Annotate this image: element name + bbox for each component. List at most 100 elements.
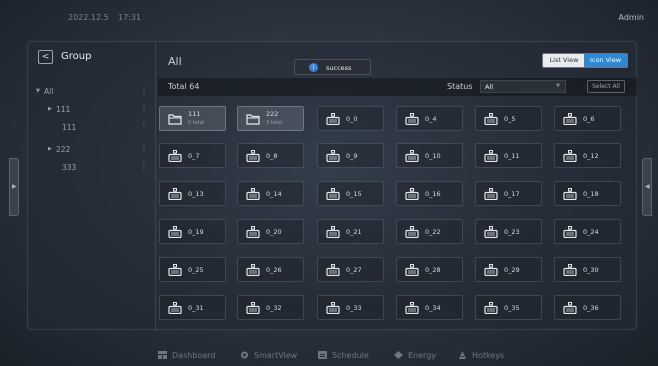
more-vertical-icon[interactable]: ⋮	[140, 86, 148, 95]
left-drawer-handle[interactable]: ▶	[9, 158, 19, 216]
tile-name: 0_14	[266, 190, 282, 198]
tile-name: 0_0	[346, 115, 358, 123]
tile-name: 0_20	[266, 228, 282, 236]
device-tile[interactable]: 0_33	[317, 295, 384, 320]
more-vertical-icon[interactable]: ⋮	[140, 104, 148, 113]
device-icon	[405, 113, 419, 125]
nav-schedule[interactable]: Schedule	[318, 351, 369, 360]
caret-right-icon[interactable]: ▶	[48, 106, 52, 112]
tile-name: 0_23	[504, 228, 520, 236]
device-tile[interactable]: 0_27	[317, 257, 384, 282]
device-tile[interactable]: 0_15	[317, 181, 384, 206]
device-tile[interactable]: 0_4	[396, 106, 463, 131]
hotkeys-icon	[459, 351, 466, 359]
device-tile[interactable]: 0_22	[396, 219, 463, 244]
nav-dashboard[interactable]: Dashboard	[158, 351, 215, 360]
back-button[interactable]: <	[38, 50, 53, 64]
tile-count: 3 total	[266, 120, 283, 126]
nav-energy[interactable]: Energy	[394, 351, 436, 360]
device-tile[interactable]: 0_30	[554, 257, 621, 282]
device-tile[interactable]: 0_18	[554, 181, 621, 206]
tree-item-111[interactable]: ▶ 111 ⋮	[28, 102, 156, 118]
caret-right-icon[interactable]: ▶	[48, 146, 52, 152]
device-tile[interactable]: 0_31	[159, 295, 226, 320]
device-tile[interactable]: 0_10	[396, 143, 463, 168]
device-tile[interactable]: 0_25	[159, 257, 226, 282]
tile-name: 0_19	[188, 228, 204, 236]
device-tile[interactable]: 0_8	[237, 143, 304, 168]
tile-name: 0_30	[583, 266, 599, 274]
more-vertical-icon[interactable]: ⋮	[140, 122, 148, 131]
device-tile[interactable]: 0_6	[554, 106, 621, 131]
device-tile[interactable]: 0_14	[237, 181, 304, 206]
nav-smartview[interactable]: SmartView	[240, 351, 297, 360]
device-icon	[484, 113, 498, 125]
device-icon	[405, 150, 419, 162]
right-drawer-handle[interactable]: ◀	[642, 158, 652, 216]
tile-name: 0_34	[425, 304, 441, 312]
device-tile[interactable]: 0_0	[317, 106, 384, 131]
nav-hotkeys[interactable]: Hotkeys	[458, 351, 504, 360]
tile-name: 0_16	[425, 190, 441, 198]
device-icon	[168, 264, 182, 276]
device-tile[interactable]: 0_32	[237, 295, 304, 320]
tile-name: 0_36	[583, 304, 599, 312]
device-icon	[168, 302, 182, 314]
device-tile[interactable]: 0_11	[475, 143, 542, 168]
tile-name: 0_27	[346, 266, 362, 274]
tile-name: 0_28	[425, 266, 441, 274]
nav-smartview-label: SmartView	[254, 351, 298, 360]
folder-tile[interactable]: 222 3 total	[237, 106, 304, 131]
tile-name: 0_4	[425, 115, 437, 123]
chevron-left-icon: ◀	[645, 183, 650, 190]
tile-name: 111	[188, 110, 201, 118]
device-tile[interactable]: 0_26	[237, 257, 304, 282]
caret-down-icon[interactable]: ▼	[36, 88, 40, 94]
more-vertical-icon[interactable]: ⋮	[140, 144, 148, 153]
device-tile[interactable]: 0_19	[159, 219, 226, 244]
tile-name: 0_10	[425, 152, 441, 160]
time-text: 17:31	[118, 13, 142, 22]
device-tile[interactable]: 0_24	[554, 219, 621, 244]
device-tile[interactable]: 0_28	[396, 257, 463, 282]
device-tile[interactable]: 0_16	[396, 181, 463, 206]
device-tile[interactable]: 0_12	[554, 143, 621, 168]
device-tile[interactable]: 0_36	[554, 295, 621, 320]
device-icon	[405, 226, 419, 238]
device-tile[interactable]: 0_17	[475, 181, 542, 206]
device-tile[interactable]: 0_23	[475, 219, 542, 244]
device-icon	[484, 150, 498, 162]
device-tile[interactable]: 0_35	[475, 295, 542, 320]
device-icon	[484, 302, 498, 314]
device-tile[interactable]: 0_29	[475, 257, 542, 282]
device-tile[interactable]: 0_9	[317, 143, 384, 168]
tile-name: 0_32	[266, 304, 282, 312]
nav-dashboard-label: Dashboard	[172, 351, 216, 360]
device-tile[interactable]: 0_34	[396, 295, 463, 320]
tile-name: 0_33	[346, 304, 362, 312]
more-vertical-icon[interactable]: ⋮	[140, 162, 148, 171]
device-tile[interactable]: 0_5	[475, 106, 542, 131]
tile-name: 0_11	[504, 152, 520, 160]
device-tile[interactable]: 0_20	[237, 219, 304, 244]
tile-name: 0_22	[425, 228, 441, 236]
device-icon	[326, 150, 340, 162]
tree-item-111-child[interactable]: 111 ⋮	[28, 120, 156, 136]
sidebar-title: Group	[61, 51, 92, 62]
user-name[interactable]: Admin	[619, 13, 645, 22]
tree-item-333[interactable]: 333 ⋮	[28, 160, 156, 176]
folder-tile[interactable]: 111 0 total	[159, 106, 226, 131]
device-icon	[563, 226, 577, 238]
tile-name: 0_21	[346, 228, 362, 236]
tree-item-222[interactable]: ▶ 222 ⋮	[28, 142, 156, 158]
nav-energy-label: Energy	[408, 351, 437, 360]
device-icon	[563, 188, 577, 200]
device-icon	[484, 188, 498, 200]
device-icon	[168, 150, 182, 162]
device-tile[interactable]: 0_13	[159, 181, 226, 206]
device-tile[interactable]: 0_7	[159, 143, 226, 168]
energy-icon	[394, 351, 403, 359]
device-tile[interactable]: 0_21	[317, 219, 384, 244]
tree-item-all[interactable]: ▼ All ⋮	[28, 84, 156, 100]
group-sidebar: < Group ▼ All ⋮ ▶ 111 ⋮ 111 ⋮ ▶ 222 ⋮ 33…	[28, 42, 156, 331]
